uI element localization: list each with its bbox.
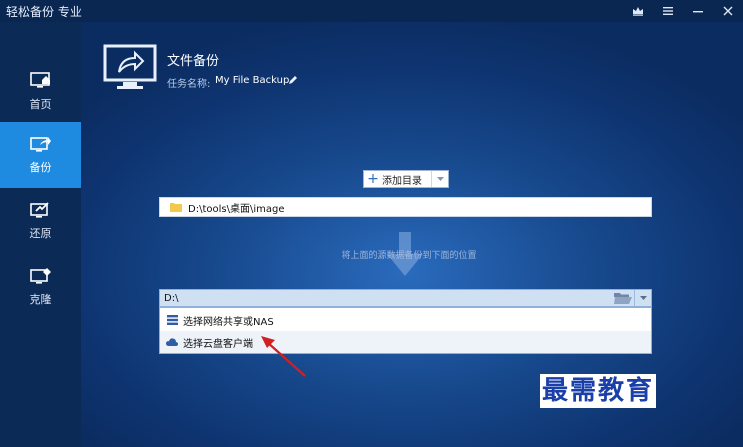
task-title: 文件备份 (167, 54, 220, 69)
menu-item-label: 选择云盘客户端 (183, 338, 253, 350)
menu-item-cloud[interactable]: 选择云盘客户端 (160, 331, 651, 353)
sidebar-item-backup[interactable]: 备份 (0, 122, 81, 188)
task-name-value: My File Backup (215, 75, 290, 86)
sidebar-item-home[interactable]: 首页 (0, 59, 81, 125)
cloud-icon (166, 336, 178, 348)
sidebar: 首页 备份 还原 克隆 (0, 22, 81, 447)
destination-dropdown-menu: 选择网络共享或NAS 选择云盘客户端 (159, 307, 652, 354)
edit-pencil-icon[interactable] (287, 74, 299, 86)
sidebar-item-label: 还原 (29, 227, 52, 240)
nas-icon (166, 314, 178, 326)
app-title: 轻松备份 专业 (6, 4, 82, 19)
home-monitor-icon (29, 72, 50, 88)
folder-icon (170, 203, 182, 212)
close-button[interactable] (713, 0, 743, 22)
chevron-down-icon (436, 176, 444, 181)
sidebar-item-restore[interactable]: 还原 (0, 188, 81, 254)
minimize-icon (693, 11, 703, 13)
title-bar: 轻松备份 专业 (0, 0, 743, 22)
add-directory-dropdown[interactable] (431, 171, 448, 187)
source-path: D:\tools\桌面\image (188, 203, 285, 215)
destination-path: D:\ (164, 292, 179, 304)
restore-monitor-icon (29, 202, 49, 218)
watermark: 最需教育 (540, 374, 657, 408)
menu-item-nas[interactable]: 选择网络共享或NAS (160, 309, 651, 331)
browse-folder-button[interactable] (613, 291, 633, 305)
crown-icon (633, 7, 643, 16)
upgrade-crown-button[interactable] (623, 0, 653, 22)
menu-item-label: 选择网络共享或NAS (183, 316, 274, 328)
plus-icon: + (367, 171, 379, 187)
close-icon (723, 6, 733, 16)
source-item-row[interactable]: D:\tools\桌面\image (159, 197, 652, 217)
menu-button[interactable] (653, 0, 683, 22)
task-name-label: 任务名称: (167, 79, 211, 90)
clone-monitor-icon (29, 268, 51, 284)
backup-monitor-icon (29, 137, 51, 152)
backup-hint: 将上面的源数据备份到下面的位置 (341, 251, 477, 261)
sidebar-item-label: 备份 (29, 161, 52, 174)
menu-icon (663, 7, 673, 15)
sidebar-item-label: 首页 (29, 98, 52, 111)
destination-dropdown[interactable] (634, 290, 651, 306)
sidebar-item-clone[interactable]: 克隆 (0, 254, 81, 320)
chevron-down-icon (639, 295, 647, 300)
open-folder-icon (614, 293, 632, 304)
window-controls (623, 0, 743, 22)
file-backup-monitor-icon (103, 44, 157, 89)
sidebar-item-label: 克隆 (29, 293, 52, 306)
minimize-button[interactable] (683, 0, 713, 22)
add-directory-label: 添加目录 (382, 175, 422, 187)
annotation-arrow-icon (261, 336, 306, 377)
add-directory-button[interactable]: + 添加目录 (363, 170, 449, 188)
destination-path-select[interactable]: D:\ (159, 289, 652, 307)
